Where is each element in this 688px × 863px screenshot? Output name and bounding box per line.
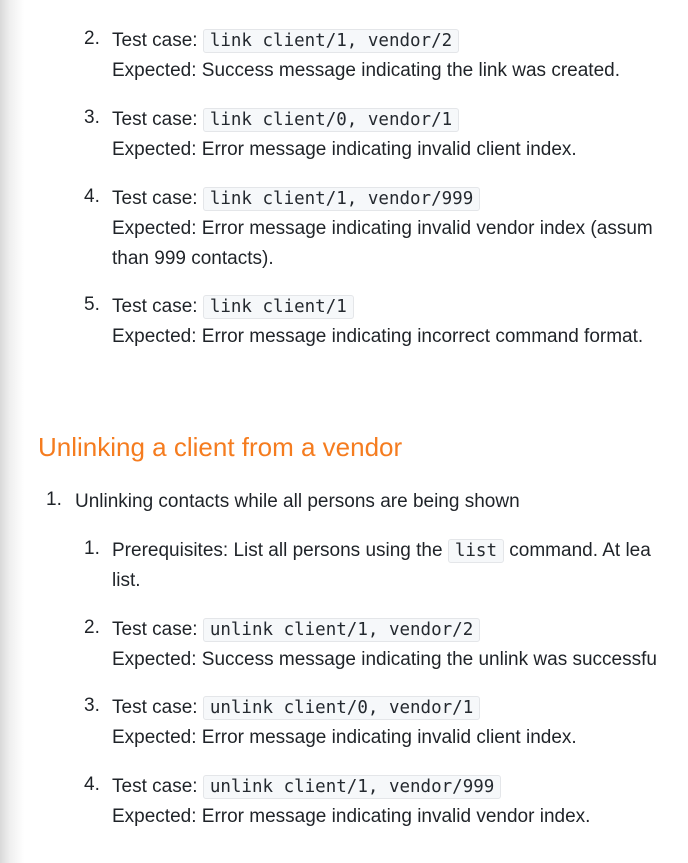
- command-code: unlink client/0, vendor/1: [202, 696, 481, 720]
- test-case-label: Test case:: [112, 296, 198, 317]
- test-case-label: Test case:: [112, 30, 198, 51]
- outer-list-text: Unlinking contacts while all persons are…: [75, 491, 520, 512]
- command-code: unlink client/1, vendor/2: [202, 618, 481, 642]
- test-case-label: Test case:: [112, 109, 198, 130]
- list-number: 4.: [84, 774, 100, 795]
- command-code: link client/1, vendor/2: [202, 29, 460, 53]
- prereq-text-after: command. At lea: [509, 540, 651, 561]
- test-case-label: Test case:: [112, 697, 198, 718]
- section-heading: Unlinking a client from a vendor: [38, 432, 403, 462]
- list-number: 5.: [84, 294, 100, 315]
- outer-list-number: 1.: [46, 489, 62, 510]
- test-case-line: Test case: link client/1: [112, 292, 354, 322]
- command-code: link client/0, vendor/1: [202, 108, 460, 132]
- list-number: 4.: [84, 186, 100, 207]
- expected-text: Expected: Error message indicating inval…: [112, 806, 591, 827]
- test-case-line: Test case: unlink client/1, vendor/999: [112, 772, 502, 802]
- prereq-line: Prerequisites: List all persons using th…: [112, 536, 651, 566]
- command-code: list: [447, 539, 504, 563]
- list-number: 1.: [84, 538, 100, 559]
- test-case-label: Test case:: [112, 188, 198, 209]
- test-case-label: Test case:: [112, 619, 198, 640]
- expected-text: Expected: Error message indicating inval…: [112, 139, 577, 160]
- test-case-line: Test case: link client/1, vendor/2: [112, 26, 460, 56]
- prereq-text-continuation: list.: [112, 570, 141, 591]
- test-case-line: Test case: link client/0, vendor/1: [112, 105, 460, 135]
- prereq-text: Prerequisites: List all persons using th…: [112, 540, 443, 561]
- list-number: 3.: [84, 695, 100, 716]
- document-content: 2. Test case: link client/1, vendor/2 Ex…: [0, 0, 688, 863]
- expected-text-continuation: than 999 contacts).: [112, 248, 274, 269]
- expected-text: Expected: Error message indicating inval…: [112, 727, 577, 748]
- list-number: 3.: [84, 107, 100, 128]
- test-case-line: Test case: unlink client/1, vendor/2: [112, 615, 481, 645]
- command-code: unlink client/1, vendor/999: [202, 775, 502, 799]
- expected-text: Expected: Error message indicating inval…: [112, 218, 653, 239]
- list-number: 2.: [84, 28, 100, 49]
- expected-text: Expected: Error message indicating incor…: [112, 326, 644, 347]
- command-code: link client/1: [202, 295, 354, 319]
- expected-text: Expected: Success message indicating the…: [112, 649, 657, 670]
- list-number: 2.: [84, 617, 100, 638]
- test-case-line: Test case: link client/1, vendor/999: [112, 184, 481, 214]
- command-code: link client/1, vendor/999: [202, 187, 481, 211]
- test-case-label: Test case:: [112, 776, 198, 797]
- test-case-line: Test case: unlink client/0, vendor/1: [112, 693, 481, 723]
- expected-text: Expected: Success message indicating the…: [112, 60, 620, 81]
